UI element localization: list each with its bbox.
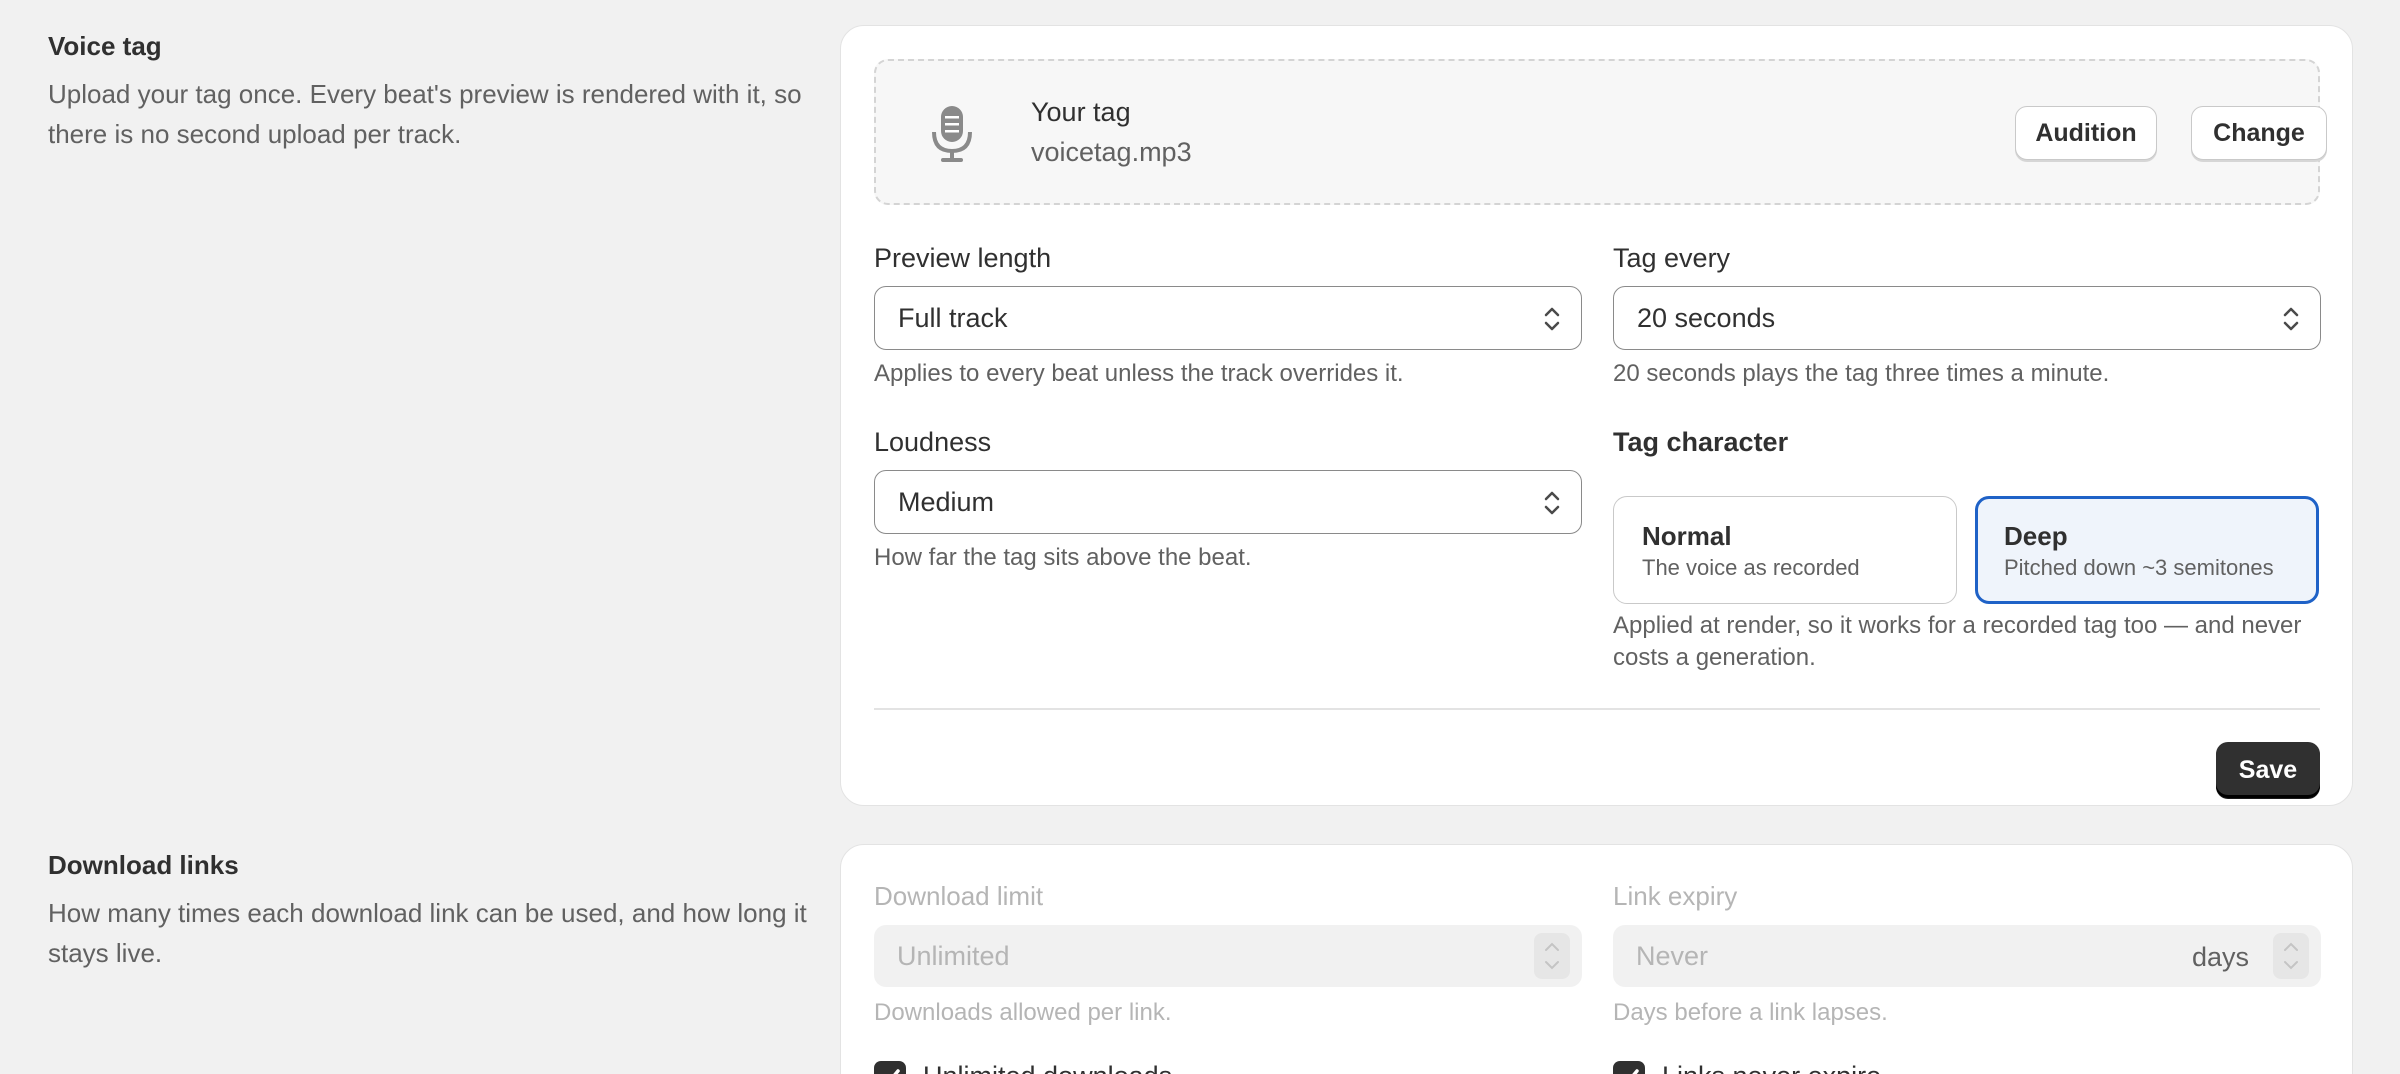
voice-tag-card: Your tag voicetag.mp3 Audition Change Pr… [840, 25, 2353, 806]
option-subtitle: The voice as recorded [1642, 555, 1860, 580]
tag-every-value: 20 seconds [1637, 302, 1776, 333]
select-chevron-icon [1544, 491, 1560, 515]
select-chevron-icon [2283, 307, 2299, 331]
tag-character-option-normal[interactable]: Normal The voice as recorded [1613, 496, 1957, 604]
link-expiry-suffix: days [2191, 942, 2249, 972]
option-subtitle: Pitched down ~3 semitones [2004, 555, 2274, 580]
divider [874, 708, 2320, 710]
option-title: Deep [2004, 521, 2068, 551]
unlimited-downloads-checkbox[interactable] [874, 1061, 906, 1074]
tag-character-help: Applied at render, so it works for a rec… [1613, 612, 2302, 671]
links-never-expire-label: Links never expire [1662, 1061, 1881, 1074]
tag-label: Your tag [1031, 97, 1131, 127]
links-never-expire-checkbox[interactable] [1613, 1061, 1645, 1074]
tag-character-label: Tag character [1613, 427, 1789, 457]
tag-character-option-deep[interactable]: Deep Pitched down ~3 semitones [1975, 496, 2319, 604]
change-button[interactable]: Change [2191, 106, 2327, 160]
unlimited-downloads-label: Unlimited downloads [923, 1061, 1172, 1074]
link-expiry-help: Days before a link lapses. [1613, 999, 1888, 1026]
download-limit-input[interactable]: Unlimited [874, 925, 1582, 987]
loudness-value: Medium [898, 486, 995, 517]
download-limit-label: Download limit [874, 881, 1044, 911]
option-title: Normal [1642, 521, 1732, 551]
download-links-intro: Download links How many times each downl… [48, 847, 808, 973]
download-links-title: Download links [48, 850, 239, 880]
loudness-label: Loudness [874, 427, 992, 457]
download-links-description: How many times each download link can be… [48, 898, 807, 968]
preview-length-help: Applies to every beat unless the track o… [874, 360, 1404, 387]
download-limit-stepper[interactable] [1534, 933, 1570, 979]
preview-length-label: Preview length [874, 243, 1052, 273]
checkmark-icon [893, 1069, 900, 1074]
preview-length-select[interactable]: Full track [874, 286, 1582, 350]
link-expiry-label: Link expiry [1613, 881, 1738, 911]
link-expiry-placeholder: Never [1636, 940, 1709, 971]
checkmark-icon [1632, 1069, 1639, 1074]
tag-filename: voicetag.mp3 [1031, 137, 1192, 167]
download-links-card: Download limit Unlimited Downloads allow… [840, 844, 2353, 1074]
select-chevron-icon [1544, 307, 1560, 331]
tag-upload-box: Your tag voicetag.mp3 Audition Change [874, 59, 2327, 205]
tag-every-label: Tag every [1613, 243, 1731, 273]
link-expiry-stepper[interactable] [2273, 933, 2309, 979]
tag-every-select[interactable]: 20 seconds [1613, 286, 2321, 350]
download-limit-help: Downloads allowed per link. [874, 999, 1172, 1026]
stepper-arrows-icon [2284, 942, 2298, 970]
link-expiry-input[interactable]: Never days [1613, 925, 2321, 987]
voice-tag-intro: Voice tag Upload your tag once. Every be… [48, 28, 808, 154]
microphone-icon [932, 106, 972, 162]
save-button[interactable]: Save [2216, 742, 2320, 798]
voice-tag-description: Upload your tag once. Every beat's previ… [48, 79, 802, 149]
tag-every-help: 20 seconds plays the tag three times a m… [1613, 360, 2110, 387]
loudness-help: How far the tag sits above the beat. [874, 544, 1252, 571]
preview-length-value: Full track [898, 302, 1008, 333]
audition-button[interactable]: Audition [2015, 106, 2157, 160]
voice-tag-title: Voice tag [48, 31, 162, 61]
download-limit-placeholder: Unlimited [897, 940, 1010, 971]
stepper-arrows-icon [1545, 942, 1559, 970]
loudness-select[interactable]: Medium [874, 470, 1582, 534]
